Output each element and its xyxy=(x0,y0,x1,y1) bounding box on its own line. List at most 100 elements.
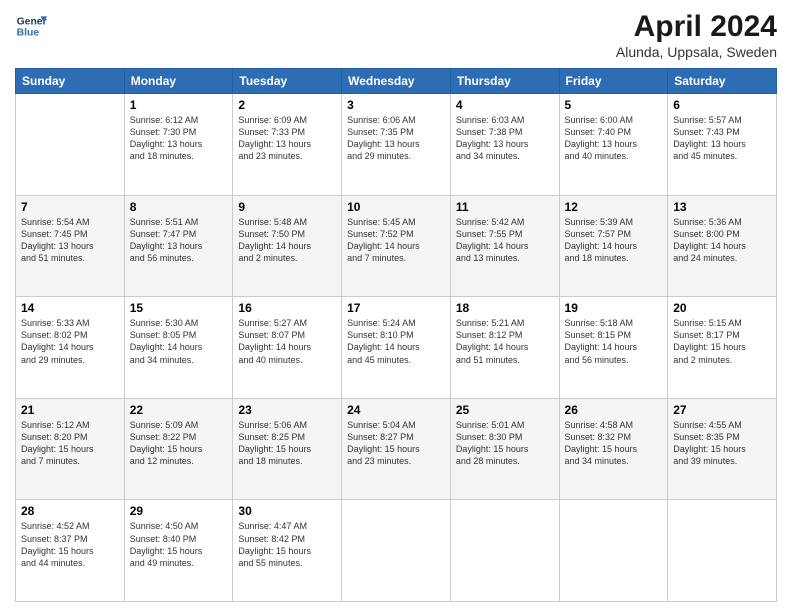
calendar-day-6: 6Sunrise: 5:57 AM Sunset: 7:43 PM Daylig… xyxy=(668,94,777,196)
day-info: Sunrise: 5:18 AM Sunset: 8:15 PM Dayligh… xyxy=(565,317,663,366)
calendar-empty-cell xyxy=(342,500,451,602)
day-header-friday: Friday xyxy=(559,69,668,94)
day-info: Sunrise: 5:30 AM Sunset: 8:05 PM Dayligh… xyxy=(130,317,228,366)
day-info: Sunrise: 5:39 AM Sunset: 7:57 PM Dayligh… xyxy=(565,216,663,265)
calendar-table: SundayMondayTuesdayWednesdayThursdayFrid… xyxy=(15,68,777,602)
day-info: Sunrise: 5:06 AM Sunset: 8:25 PM Dayligh… xyxy=(238,419,336,468)
day-number: 6 xyxy=(673,98,771,112)
calendar-day-10: 10 Sunrise: 5:45 AM Sunset: 7:52 PM Dayli… xyxy=(342,195,451,297)
day-info: Sunrise: 4:58 AM Sunset: 8:32 PM Dayligh… xyxy=(565,419,663,468)
calendar-day-25: 25 Sunrise: 5:01 AM Sunset: 8:30 PM Dayli… xyxy=(450,398,559,500)
day-number: 22 xyxy=(130,403,228,417)
calendar-day-20: 20Sunrise: 5:15 AM Sunset: 8:17 PM Dayli… xyxy=(668,297,777,399)
day-info: Sunrise: 6:06 AM Sunset: 7:35 PM Dayligh… xyxy=(347,114,445,163)
day-info: Sunrise: 5:01 AM Sunset: 8:30 PM Dayligh… xyxy=(456,419,554,468)
title-block: April 2024 Alunda, Uppsala, Sweden xyxy=(616,10,777,60)
calendar-day-19: 19Sunrise: 5:18 AM Sunset: 8:15 PM Dayli… xyxy=(559,297,668,399)
calendar-day-1: 1 Sunrise: 6:12 AM Sunset: 7:30 PM Daylig… xyxy=(124,94,233,196)
calendar-week-4: 21 Sunrise: 5:12 AM Sunset: 8:20 PM Dayli… xyxy=(16,398,777,500)
day-header-sunday: Sunday xyxy=(16,69,125,94)
day-number: 17 xyxy=(347,301,445,315)
calendar-day-12: 12 Sunrise: 5:39 AM Sunset: 7:57 PM Dayli… xyxy=(559,195,668,297)
day-number: 13 xyxy=(673,200,771,214)
day-header-tuesday: Tuesday xyxy=(233,69,342,94)
calendar-week-2: 7 Sunrise: 5:54 AM Sunset: 7:45 PM Daylig… xyxy=(16,195,777,297)
calendar-day-2: 2Sunrise: 6:09 AM Sunset: 7:33 PM Daylig… xyxy=(233,94,342,196)
day-number: 27 xyxy=(673,403,771,417)
day-info: Sunrise: 5:21 AM Sunset: 8:12 PM Dayligh… xyxy=(456,317,554,366)
day-info: Sunrise: 5:42 AM Sunset: 7:55 PM Dayligh… xyxy=(456,216,554,265)
day-info: Sunrise: 4:50 AM Sunset: 8:40 PM Dayligh… xyxy=(130,520,228,569)
day-number: 21 xyxy=(21,403,119,417)
day-number: 16 xyxy=(238,301,336,315)
calendar-week-5: 28Sunrise: 4:52 AM Sunset: 8:37 PM Dayli… xyxy=(16,500,777,602)
day-number: 8 xyxy=(130,200,228,214)
day-number: 12 xyxy=(565,200,663,214)
day-number: 14 xyxy=(21,301,119,315)
calendar-day-27: 27 Sunrise: 4:55 AM Sunset: 8:35 PM Dayli… xyxy=(668,398,777,500)
calendar-day-23: 23 Sunrise: 5:06 AM Sunset: 8:25 PM Dayli… xyxy=(233,398,342,500)
calendar-empty-cell xyxy=(559,500,668,602)
day-number: 5 xyxy=(565,98,663,112)
calendar-day-29: 29Sunrise: 4:50 AM Sunset: 8:40 PM Dayli… xyxy=(124,500,233,602)
day-info: Sunrise: 5:33 AM Sunset: 8:02 PM Dayligh… xyxy=(21,317,119,366)
day-info: Sunrise: 4:52 AM Sunset: 8:37 PM Dayligh… xyxy=(21,520,119,569)
day-number: 10 xyxy=(347,200,445,214)
calendar-day-4: 4Sunrise: 6:03 AM Sunset: 7:38 PM Daylig… xyxy=(450,94,559,196)
calendar-day-15: 15 Sunrise: 5:30 AM Sunset: 8:05 PM Dayli… xyxy=(124,297,233,399)
day-info: Sunrise: 5:54 AM Sunset: 7:45 PM Dayligh… xyxy=(21,216,119,265)
day-number: 30 xyxy=(238,504,336,518)
calendar-week-3: 14 Sunrise: 5:33 AM Sunset: 8:02 PM Dayli… xyxy=(16,297,777,399)
day-header-wednesday: Wednesday xyxy=(342,69,451,94)
calendar-empty-cell xyxy=(450,500,559,602)
day-header-monday: Monday xyxy=(124,69,233,94)
day-number: 15 xyxy=(130,301,228,315)
day-number: 18 xyxy=(456,301,554,315)
day-number: 3 xyxy=(347,98,445,112)
page: General Blue April 2024 Alunda, Uppsala,… xyxy=(0,0,792,612)
calendar-day-9: 9 Sunrise: 5:48 AM Sunset: 7:50 PM Daylig… xyxy=(233,195,342,297)
day-info: Sunrise: 5:45 AM Sunset: 7:52 PM Dayligh… xyxy=(347,216,445,265)
calendar-day-21: 21 Sunrise: 5:12 AM Sunset: 8:20 PM Dayli… xyxy=(16,398,125,500)
logo: General Blue xyxy=(15,10,47,42)
calendar-day-13: 13 Sunrise: 5:36 AM Sunset: 8:00 PM Dayli… xyxy=(668,195,777,297)
calendar-week-1: 1 Sunrise: 6:12 AM Sunset: 7:30 PM Daylig… xyxy=(16,94,777,196)
day-header-thursday: Thursday xyxy=(450,69,559,94)
day-info: Sunrise: 5:51 AM Sunset: 7:47 PM Dayligh… xyxy=(130,216,228,265)
day-number: 24 xyxy=(347,403,445,417)
calendar-day-11: 11 Sunrise: 5:42 AM Sunset: 7:55 PM Dayli… xyxy=(450,195,559,297)
day-number: 11 xyxy=(456,200,554,214)
day-number: 4 xyxy=(456,98,554,112)
day-number: 9 xyxy=(238,200,336,214)
day-info: Sunrise: 6:12 AM Sunset: 7:30 PM Dayligh… xyxy=(130,114,228,163)
day-header-saturday: Saturday xyxy=(668,69,777,94)
day-info: Sunrise: 4:47 AM Sunset: 8:42 PM Dayligh… xyxy=(238,520,336,569)
svg-text:Blue: Blue xyxy=(17,28,40,39)
day-number: 7 xyxy=(21,200,119,214)
day-number: 20 xyxy=(673,301,771,315)
calendar-day-28: 28Sunrise: 4:52 AM Sunset: 8:37 PM Dayli… xyxy=(16,500,125,602)
day-info: Sunrise: 5:48 AM Sunset: 7:50 PM Dayligh… xyxy=(238,216,336,265)
day-number: 25 xyxy=(456,403,554,417)
day-number: 23 xyxy=(238,403,336,417)
calendar-day-7: 7 Sunrise: 5:54 AM Sunset: 7:45 PM Daylig… xyxy=(16,195,125,297)
calendar-header-row: SundayMondayTuesdayWednesdayThursdayFrid… xyxy=(16,69,777,94)
day-info: Sunrise: 4:55 AM Sunset: 8:35 PM Dayligh… xyxy=(673,419,771,468)
day-number: 26 xyxy=(565,403,663,417)
calendar-day-14: 14 Sunrise: 5:33 AM Sunset: 8:02 PM Dayli… xyxy=(16,297,125,399)
calendar-empty-cell xyxy=(668,500,777,602)
calendar-day-24: 24Sunrise: 5:04 AM Sunset: 8:27 PM Dayli… xyxy=(342,398,451,500)
day-info: Sunrise: 5:36 AM Sunset: 8:00 PM Dayligh… xyxy=(673,216,771,265)
day-info: Sunrise: 6:09 AM Sunset: 7:33 PM Dayligh… xyxy=(238,114,336,163)
day-number: 1 xyxy=(130,98,228,112)
header: General Blue April 2024 Alunda, Uppsala,… xyxy=(15,10,777,60)
calendar-day-16: 16 Sunrise: 5:27 AM Sunset: 8:07 PM Dayli… xyxy=(233,297,342,399)
day-info: Sunrise: 5:24 AM Sunset: 8:10 PM Dayligh… xyxy=(347,317,445,366)
calendar-day-22: 22Sunrise: 5:09 AM Sunset: 8:22 PM Dayli… xyxy=(124,398,233,500)
calendar-day-26: 26 Sunrise: 4:58 AM Sunset: 8:32 PM Dayli… xyxy=(559,398,668,500)
day-info: Sunrise: 5:12 AM Sunset: 8:20 PM Dayligh… xyxy=(21,419,119,468)
calendar-day-8: 8 Sunrise: 5:51 AM Sunset: 7:47 PM Daylig… xyxy=(124,195,233,297)
location: Alunda, Uppsala, Sweden xyxy=(616,44,777,60)
day-info: Sunrise: 5:27 AM Sunset: 8:07 PM Dayligh… xyxy=(238,317,336,366)
month-title: April 2024 xyxy=(616,10,777,44)
